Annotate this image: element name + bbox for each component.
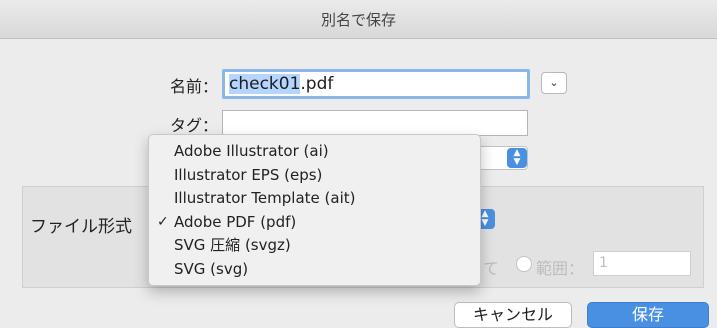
file-format-label: ファイル形式	[30, 217, 132, 237]
menu-item-eps[interactable]: Illustrator EPS (eps)	[149, 164, 480, 188]
range-input[interactable]: 1	[593, 251, 691, 276]
file-format-menu[interactable]: Adobe Illustrator (ai) Illustrator EPS (…	[148, 134, 481, 286]
menu-item-label: SVG (svg)	[174, 259, 249, 278]
menu-item-pdf[interactable]: ✓ Adobe PDF (pdf)	[149, 211, 480, 235]
checkmark-icon: ✓	[157, 213, 169, 230]
range-label: 範囲：	[536, 259, 585, 278]
filename-extension: .pdf	[300, 74, 334, 94]
use-artboards-partial-label: て	[483, 259, 500, 278]
menu-item-label: SVG 圧縮 (svgz)	[174, 236, 291, 255]
chevron-down-icon: ⌄	[549, 76, 559, 89]
range-radio-button[interactable]	[516, 256, 532, 272]
menu-item-svgz[interactable]: SVG 圧縮 (svgz)	[149, 234, 480, 258]
dialog-title: 別名で保存	[320, 11, 396, 29]
filename-selected-text: check01	[229, 74, 301, 94]
menu-item-ait[interactable]: Illustrator Template (ait)	[149, 187, 480, 211]
tag-input[interactable]	[222, 110, 528, 136]
expand-dialog-button[interactable]: ⌄	[541, 72, 567, 94]
menu-item-label: Illustrator Template (ait)	[174, 189, 356, 208]
cancel-button[interactable]: キャンセル	[454, 302, 572, 328]
menu-item-label: Illustrator EPS (eps)	[174, 165, 323, 184]
menu-item-label: Adobe PDF (pdf)	[174, 212, 297, 231]
title-bar: 別名で保存	[0, 0, 717, 39]
menu-item-label: Adobe Illustrator (ai)	[174, 142, 329, 160]
save-button[interactable]: 保存	[587, 302, 709, 328]
name-label: 名前：	[169, 77, 218, 96]
menu-item-svg[interactable]: SVG (svg)	[149, 258, 480, 282]
popup-stepper-icon: ▲ ▼	[507, 148, 527, 168]
menu-item-ai[interactable]: Adobe Illustrator (ai)	[149, 140, 480, 164]
filename-input[interactable]: check01.pdf	[222, 69, 530, 99]
tag-label: タグ：	[169, 116, 218, 135]
